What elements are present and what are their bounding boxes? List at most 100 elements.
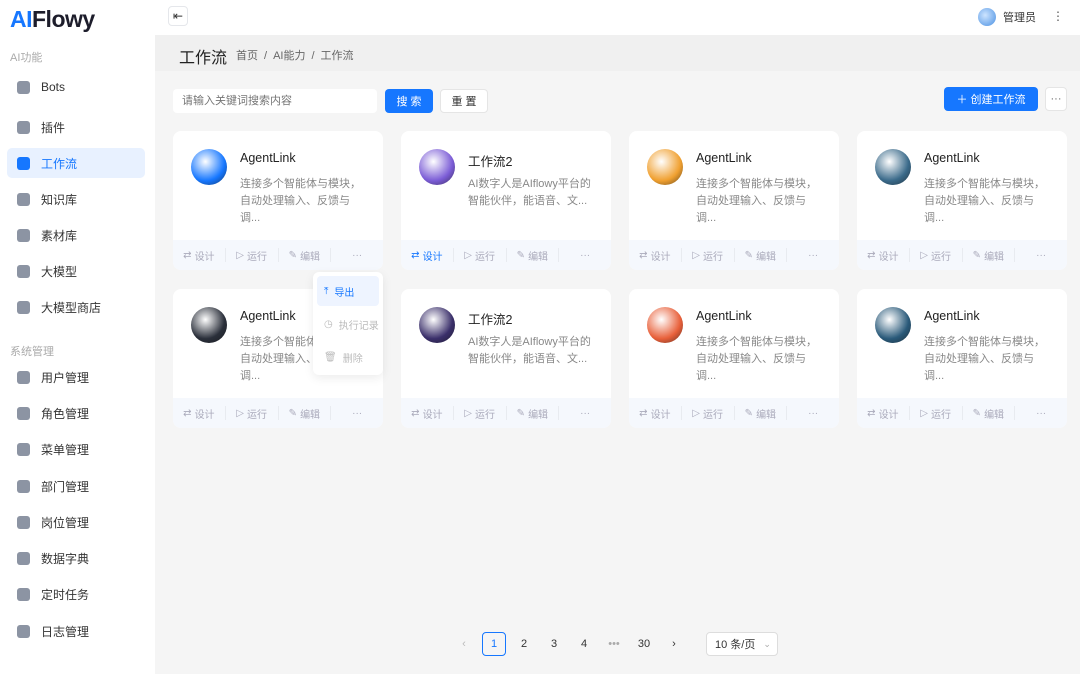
more-actions-button-label: ··· (1036, 408, 1046, 419)
sidebar-item[interactable]: 插件 (7, 112, 145, 142)
menu-item-export[interactable]: ⤒导出 (317, 276, 379, 306)
sidebar-item[interactable]: Bots (7, 72, 145, 102)
sidebar-item[interactable]: 角色管理 (7, 398, 145, 428)
edit-button[interactable]: ✎编辑 (279, 406, 332, 420)
edit-button[interactable]: ✎编辑 (963, 406, 1016, 420)
edit-button[interactable]: ✎编辑 (963, 248, 1016, 262)
user-menu[interactable]: 管理员 (978, 8, 1036, 26)
workflow-avatar (647, 149, 683, 185)
workflow-name: AgentLink (924, 151, 980, 165)
sidebar-item-label: 定时任务 (41, 586, 89, 603)
next-page-button[interactable]: › (662, 632, 686, 656)
workflow-card[interactable]: AgentLink 连接多个智能体与模块，自动处理输入、反馈与调... ⇄设计▷运行… (629, 131, 839, 270)
workflow-card[interactable]: 工作流2AI数字人是AIflowy平台的智能伙伴，能语音、文...⇄设计▷运行✎… (401, 131, 611, 270)
page-button[interactable]: 2 (512, 632, 536, 656)
more-actions-button[interactable]: ··· (559, 406, 611, 420)
run-button-label: 运行 (703, 248, 723, 263)
design-button[interactable]: ⇄设计 (857, 248, 910, 262)
sidebar-item[interactable]: 日志管理 (7, 616, 145, 646)
more-actions-button[interactable]: ··· (1015, 406, 1067, 420)
sidebar-item[interactable]: 工作流 (7, 148, 145, 178)
breadcrumb-ai[interactable]: AI能力 (273, 50, 305, 62)
edit-button[interactable]: ✎编辑 (507, 248, 560, 262)
workflow-description: 连接多个智能体与模块，自动处理输入、反馈与调... (696, 176, 826, 227)
design-button[interactable]: ⇄设计 (401, 406, 454, 420)
design-button[interactable]: ⇄设计 (173, 406, 226, 420)
edit-icon: ✎ (289, 408, 297, 419)
sidebar-item[interactable]: 数据字典 (7, 543, 145, 573)
page-ellipsis[interactable]: ••• (602, 632, 626, 656)
collapse-sidebar-button[interactable]: ⇤ (168, 6, 188, 26)
more-actions-button[interactable]: ··· (787, 248, 839, 262)
sidebar-item[interactable]: 大模型商店 (7, 292, 145, 322)
page-size-select[interactable]: 10 条/页⌄ (706, 632, 778, 656)
menu-item-history[interactable]: ◷执行记录 (317, 309, 379, 339)
sidebar-item[interactable]: 部门管理 (7, 471, 145, 501)
trash-icon: 🗑 (324, 352, 337, 363)
edit-button[interactable]: ✎编辑 (735, 406, 788, 420)
more-button[interactable]: ··· (1045, 87, 1067, 111)
run-button-label: 运行 (475, 248, 495, 263)
workflow-avatar (419, 307, 455, 343)
design-button[interactable]: ⇄设计 (629, 406, 682, 420)
page-button[interactable]: 30 (632, 632, 656, 656)
edit-icon: ✎ (745, 408, 753, 419)
design-button-label: 设计 (651, 248, 671, 263)
history-icon: ◷ (324, 319, 333, 330)
run-button[interactable]: ▷运行 (910, 406, 963, 420)
workflow-name: AgentLink (696, 151, 752, 165)
more-actions-button[interactable]: ··· (787, 406, 839, 420)
sidebar-item[interactable]: 用户管理 (7, 362, 145, 392)
search-button[interactable]: 搜 索 (385, 89, 433, 113)
logo[interactable]: AIFlowy (10, 6, 95, 33)
edit-button-label: 编辑 (984, 248, 1004, 263)
sidebar-item[interactable]: 知识库 (7, 184, 145, 214)
breadcrumb-sep: / (311, 50, 314, 62)
edit-button[interactable]: ✎编辑 (507, 406, 560, 420)
more-actions-button[interactable]: ··· (559, 248, 611, 262)
run-button[interactable]: ▷运行 (226, 248, 279, 262)
design-button[interactable]: ⇄设计 (173, 248, 226, 262)
run-button[interactable]: ▷运行 (910, 248, 963, 262)
run-icon: ▷ (920, 408, 928, 419)
design-button-label: 设计 (195, 248, 215, 263)
workflow-card[interactable]: AgentLink连接多个智能体与模块，自动处理输入、反馈与调...⇄设计▷运行… (629, 289, 839, 428)
sidebar-item-label: 知识库 (41, 191, 77, 208)
workflow-card[interactable]: 工作流2AI数字人是AIflowy平台的智能伙伴，能语音、文...⇄设计▷运行✎… (401, 289, 611, 428)
prev-page-button[interactable]: ‹ (452, 632, 476, 656)
workflow-card[interactable]: AgentLink连接多个智能体与模块，自动处理输入、反馈与调...⇄设计▷运行… (857, 131, 1067, 270)
more-actions-button[interactable]: ··· (331, 248, 383, 262)
menu-item-delete[interactable]: 🗑删除 (317, 342, 379, 372)
page-button[interactable]: 4 (572, 632, 596, 656)
run-button[interactable]: ▷运行 (226, 406, 279, 420)
sidebar-item[interactable]: 大模型 (7, 256, 145, 286)
design-icon: ⇄ (411, 408, 419, 419)
create-workflow-button[interactable]: ＋ 创建工作流 (944, 87, 1038, 111)
more-vertical-icon[interactable]: ⋮ (1052, 9, 1064, 23)
more-actions-button[interactable]: ··· (1015, 248, 1067, 262)
reset-button[interactable]: 重 置 (440, 89, 488, 113)
run-button[interactable]: ▷运行 (682, 248, 735, 262)
run-button[interactable]: ▷运行 (682, 406, 735, 420)
sidebar-item[interactable]: 菜单管理 (7, 434, 145, 464)
sidebar-item[interactable]: 定时任务 (7, 579, 145, 609)
workflow-card[interactable]: AgentLink连接多个智能体与模块，自动处理输入、反馈与调...⇄设计▷运行… (173, 131, 383, 270)
design-button[interactable]: ⇄设计 (857, 406, 910, 420)
title-bar: 工作流 首页/AI能力/工作流 (155, 35, 1080, 71)
design-button[interactable]: ⇄设计 (629, 248, 682, 262)
run-button[interactable]: ▷运行 (454, 248, 507, 262)
page-button[interactable]: 1 (482, 632, 506, 656)
edit-button[interactable]: ✎编辑 (735, 248, 788, 262)
page-button[interactable]: 3 (542, 632, 566, 656)
run-button[interactable]: ▷运行 (454, 406, 507, 420)
sidebar-item[interactable]: 岗位管理 (7, 507, 145, 537)
workflow-card[interactable]: AgentLink连接多个智能体与模块，自动处理输入、反馈与调...⇄设计▷运行… (857, 289, 1067, 428)
design-button[interactable]: ⇄设计 (401, 248, 454, 262)
more-actions-button[interactable]: ··· (331, 406, 383, 420)
run-button-label: 运行 (475, 406, 495, 421)
sidebar-item[interactable]: 素材库 (7, 220, 145, 250)
search-input[interactable] (173, 89, 377, 113)
edit-button[interactable]: ✎编辑 (279, 248, 332, 262)
breadcrumb-home[interactable]: 首页 (236, 50, 258, 62)
run-icon: ▷ (236, 408, 244, 419)
